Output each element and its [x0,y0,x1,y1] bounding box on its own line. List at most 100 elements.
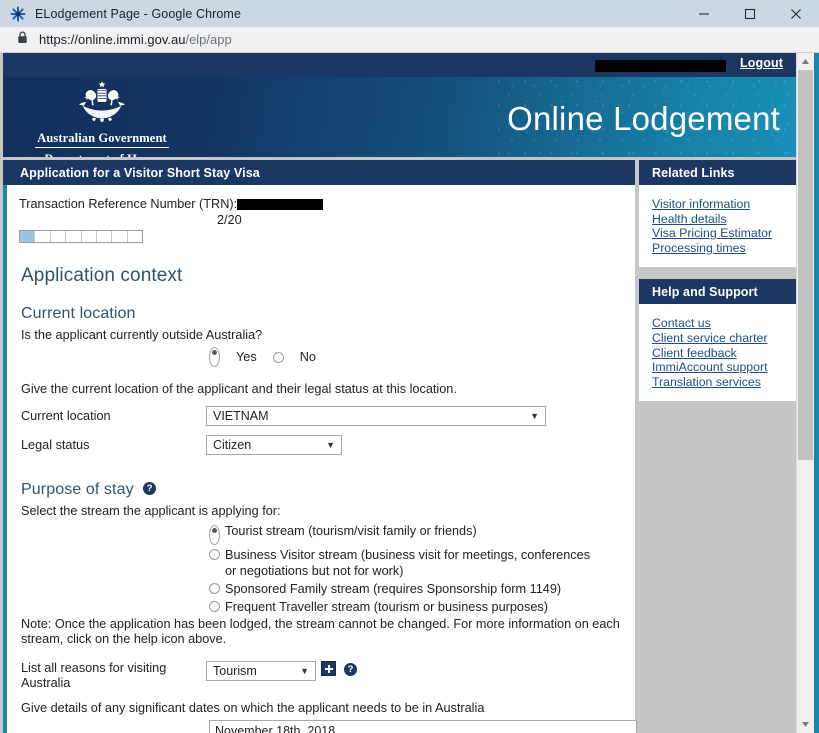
radio-sponsored-family-stream[interactable] [209,583,220,594]
australian-government-crest: Australian Government Department of Home… [27,78,177,157]
url-origin: https://online.immi.gov.au [39,32,186,47]
site-topnav: Logout [3,53,796,77]
sidebar: Related Links Visitor information Health… [639,160,796,733]
stream-radio-group[interactable]: Tourist stream (tourism/visit family or … [19,523,621,615]
significant-dates-textarea[interactable]: November 18th, 2018 [209,720,637,733]
add-reason-button[interactable] [321,661,336,676]
radio-frequent-traveller-stream[interactable] [209,601,220,612]
reasons-label: List all reasons for visiting Australia [21,661,167,690]
scrollbar-thumb[interactable] [798,70,813,460]
scroll-down-icon[interactable] [797,716,814,733]
help-icon[interactable]: ? [143,482,157,495]
page-viewport: Logout Australian Government Online Lodg… [0,53,819,733]
form-body: Transaction Reference Number (TRN): 2/20 [7,197,637,733]
application-header: Application for a Visitor Short Stay Vis… [3,160,635,185]
significant-dates-label: Give details of any significant dates on… [21,701,485,715]
trn-label: Transaction Reference Number (TRN): [19,197,238,211]
radio-tourist-stream[interactable] [209,525,220,545]
location-instruction: Give the current location of the applica… [21,382,457,396]
progress-segment [82,231,97,242]
help-icon[interactable]: ? [344,663,357,676]
outside-australia-question: Is the applicant currently outside Austr… [21,328,263,342]
stream-option-business[interactable]: Business Visitor stream (business visit … [209,547,604,579]
current-location-label: Current location [21,408,111,423]
link-health-details[interactable]: Health details [652,212,796,227]
stream-option-tourist[interactable]: Tourist stream (tourism/visit family or … [209,523,621,545]
current-location-value: VIETNAM [213,409,269,423]
crest-line-1: Australian Government [35,132,169,148]
stream-prompt: Select the stream the applicant is apply… [21,504,281,518]
radio-yes[interactable] [209,347,220,367]
vertical-scrollbar[interactable] [796,53,814,733]
maximize-icon[interactable] [727,0,773,27]
progress-segment [20,231,36,242]
trn-value-redacted [237,198,324,210]
legal-status-select[interactable]: Citizen ▼ [206,435,342,455]
outside-australia-radio-group[interactable]: Yes No [209,347,621,367]
radio-no[interactable] [272,351,284,363]
stream-label: Tourist stream (tourism/visit family or … [225,524,477,538]
current-location-select[interactable]: VIETNAM ▼ [206,406,546,426]
purpose-of-stay-label: Purpose of stay [21,481,134,498]
banner-title: Online Lodgement [507,100,780,137]
link-client-service-charter[interactable]: Client service charter [652,331,796,346]
username-redacted [595,60,726,72]
radio-no-label: No [299,350,316,364]
legal-status-label: Legal status [21,437,90,452]
page-title: Application context [21,265,183,286]
site-banner: Australian Government Department of Home… [3,77,796,157]
purpose-of-stay-subtitle: Purpose of stay ? [21,481,621,499]
link-contact-us[interactable]: Contact us [652,316,796,331]
legal-status-field: Legal status Citizen ▼ [19,435,621,455]
page-counter: 2/20 [217,213,242,227]
progress-segment [51,231,67,242]
trn-row: Transaction Reference Number (TRN): [19,197,621,211]
tab-title: ELodgement Page - Google Chrome [35,6,241,21]
stream-label: Business Visitor stream (business visit … [225,548,591,578]
panel-links: Visitor information Health details Visa … [639,185,796,267]
progress-segment [97,231,113,242]
coat-of-arms-icon [79,81,125,122]
stream-option-sponsored-family[interactable]: Sponsored Family stream (requires Sponso… [209,581,621,597]
address-bar[interactable]: https://online.immi.gov.au/elp/app [0,27,819,53]
chevron-down-icon: ▼ [530,410,539,421]
panel-help-and-support: Help and Support Contact us Client servi… [639,279,796,402]
current-location-subtitle: Current location [21,305,136,322]
radio-business-stream[interactable] [209,549,220,560]
crest-line-2: Department of Home Affairs [27,152,177,157]
scroll-up-icon[interactable] [797,53,814,70]
stream-label: Frequent Traveller stream (tourism or bu… [225,600,548,614]
progress-segment [128,231,142,242]
radio-yes-label: Yes [236,350,257,364]
link-client-feedback[interactable]: Client feedback [652,346,796,361]
stream-option-frequent-traveller[interactable]: Frequent Traveller stream (tourism or bu… [209,599,621,615]
minimize-icon[interactable] [681,0,727,27]
lock-icon [17,30,28,49]
progress-segment [66,231,82,242]
stream-note: Note: Once the application has been lodg… [21,617,620,646]
tab-strip[interactable]: ELodgement Page - Google Chrome [0,6,681,22]
stream-label: Sponsored Family stream (requires Sponso… [225,582,562,596]
progress-bar [19,230,143,243]
title-bar: ELodgement Page - Google Chrome [0,0,819,28]
reasons-select[interactable]: Tourism ▼ [206,661,316,681]
panel-related-links: Related Links Visitor information Health… [639,160,796,268]
page-content: Logout Australian Government Online Lodg… [0,53,796,733]
current-location-field: Current location VIETNAM ▼ [19,406,621,426]
browser-window: ELodgement Page - Google Chrome https://… [0,0,819,733]
logout-link[interactable]: Logout [740,56,783,70]
legal-status-value: Citizen [213,438,252,452]
panel-title: Help and Support [639,279,796,305]
window-controls [681,0,819,27]
link-translation-services[interactable]: Translation services [652,375,796,390]
reasons-value: Tourism [213,664,257,678]
chevron-down-icon: ▼ [326,439,335,450]
link-immiaccount-support[interactable]: ImmiAccount support [652,360,796,375]
url-text: https://online.immi.gov.au/elp/app [39,32,232,47]
close-icon[interactable] [773,0,819,27]
link-visa-pricing-estimator[interactable]: Visa Pricing Estimator [652,226,796,241]
immi-flower-icon [10,6,26,22]
link-visitor-information[interactable]: Visitor information [652,197,796,212]
link-processing-times[interactable]: Processing times [652,241,796,256]
chevron-down-icon: ▼ [300,665,309,676]
